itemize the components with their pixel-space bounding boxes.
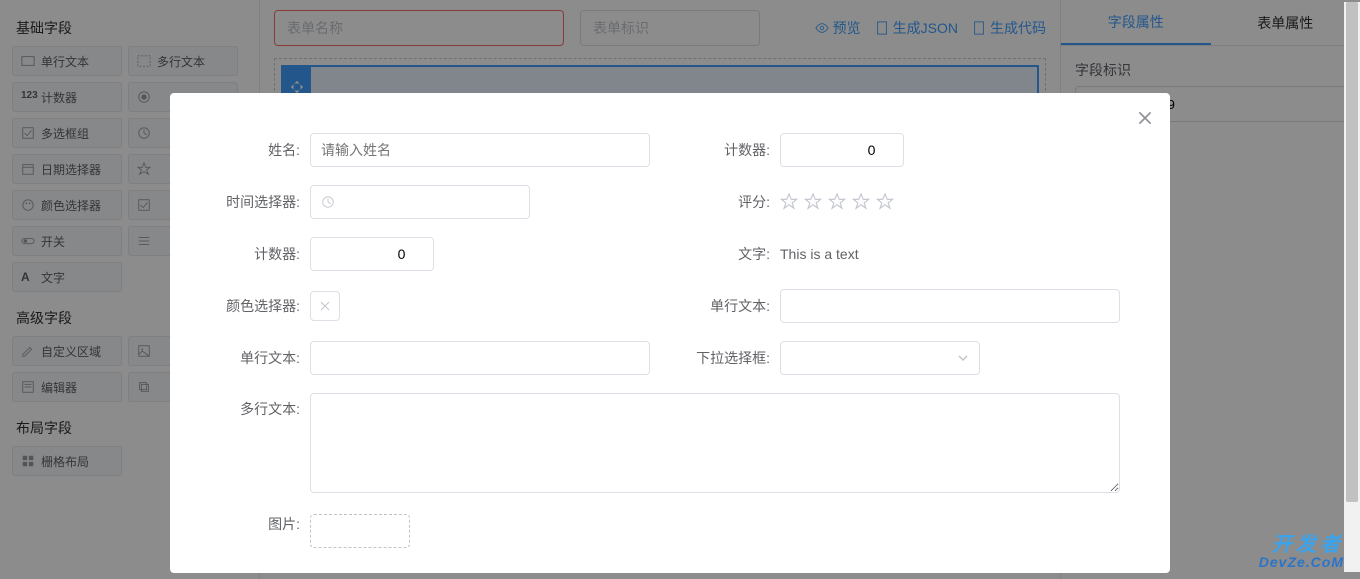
star-icon[interactable] [876, 193, 894, 211]
text-label: 文字: [690, 244, 780, 264]
scrollbar-thumb[interactable] [1346, 2, 1358, 502]
close-icon [1136, 109, 1154, 127]
star-icon[interactable] [780, 193, 798, 211]
rate-label: 评分: [690, 192, 780, 212]
scrollbar-track[interactable] [1344, 2, 1360, 572]
single1-input[interactable] [780, 289, 1120, 323]
counter2-label: 计数器: [220, 244, 310, 264]
preview-modal: 姓名: 计数器: ▲ ▼ [170, 93, 1170, 573]
time-picker[interactable] [310, 185, 530, 219]
text-value: This is a text [780, 246, 859, 262]
rate-control[interactable] [780, 193, 1120, 211]
select-label: 下拉选择框: [690, 348, 780, 368]
select-control[interactable] [780, 341, 980, 375]
counter-stepper[interactable]: ▲ ▼ [780, 133, 904, 167]
star-icon[interactable] [852, 193, 870, 211]
time-label: 时间选择器: [220, 192, 310, 212]
clock-icon [321, 195, 335, 209]
counter-value[interactable] [781, 134, 904, 166]
counter2-value[interactable] [311, 238, 434, 270]
single1-label: 单行文本: [690, 296, 780, 316]
counter2-stepper[interactable]: ▲ ▼ [310, 237, 434, 271]
star-icon[interactable] [804, 193, 822, 211]
image-upload[interactable] [310, 514, 410, 548]
close-icon [319, 300, 331, 312]
multi-label: 多行文本: [220, 393, 310, 419]
watermark: 开发者 DevZe.CoM [1259, 535, 1344, 569]
name-input[interactable] [310, 133, 650, 167]
close-button[interactable] [1136, 109, 1154, 127]
chevron-down-icon [957, 352, 969, 364]
counter-label: 计数器: [690, 140, 780, 160]
single2-input[interactable] [310, 341, 650, 375]
name-label: 姓名: [220, 140, 310, 160]
multi-textarea[interactable] [310, 393, 1120, 493]
color-label: 颜色选择器: [220, 296, 310, 316]
color-picker[interactable] [310, 291, 340, 321]
single2-label: 单行文本: [220, 348, 310, 368]
star-icon[interactable] [828, 193, 846, 211]
image-label: 图片: [220, 514, 310, 534]
